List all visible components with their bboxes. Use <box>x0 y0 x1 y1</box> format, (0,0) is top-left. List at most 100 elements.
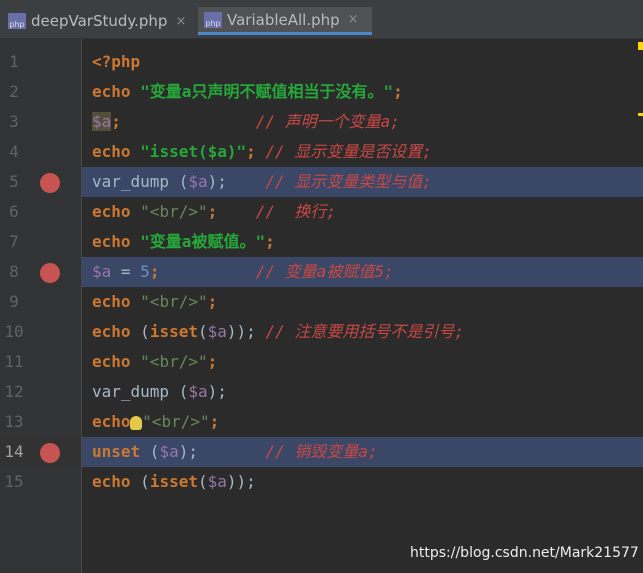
gutter-line[interactable]: 6 <box>0 197 81 227</box>
code-token: echo <box>92 82 141 101</box>
line-number: 9 <box>9 292 19 311</box>
line-number: 10 <box>4 322 24 341</box>
close-icon[interactable]: × <box>348 12 359 27</box>
lightbulb-icon[interactable] <box>130 415 143 430</box>
code-token: // 显示变量类型与值; <box>265 172 432 191</box>
gutter-line[interactable]: 7 <box>0 227 81 257</box>
tab-label: VariableAll.php <box>227 10 340 29</box>
gutter-line[interactable]: 1 <box>0 47 81 77</box>
code-token: ( <box>149 442 160 461</box>
line-number: 2 <box>9 82 19 101</box>
code-line[interactable]: echo "<br/>"; <box>82 347 643 377</box>
breakpoint-icon[interactable] <box>40 443 60 463</box>
line-number: 1 <box>9 52 19 71</box>
code-token: echo <box>92 472 141 491</box>
code-line[interactable]: echo "变量a被赋值。"; <box>82 227 643 257</box>
code-token: var_dump <box>92 382 179 401</box>
line-number: 3 <box>9 112 19 131</box>
code-token: ( <box>178 382 189 401</box>
line-number: 15 <box>4 472 24 491</box>
code-token: echo <box>92 202 141 221</box>
code-token: <?php <box>92 52 141 71</box>
tab-deepvarstudy[interactable]: php deepVarStudy.php × <box>2 7 194 35</box>
line-number: 5 <box>9 172 19 191</box>
code-token: // 销毁变量a; <box>265 442 378 461</box>
code-line[interactable]: echo (isset($a)); // 注意要用括号不是引号; <box>82 317 643 347</box>
code-line[interactable]: $a = 5; // 变量a被赋值5; <box>82 257 643 287</box>
php-file-icon: php <box>204 11 222 28</box>
gutter-line[interactable]: 5 <box>0 167 81 197</box>
code-token: // 注意要用括号不是引号; <box>265 322 464 341</box>
code-token: $a <box>188 172 208 191</box>
gutter-line[interactable]: 13 <box>0 407 81 437</box>
line-number: 4 <box>9 142 19 161</box>
code-token: ( <box>140 322 150 341</box>
breakpoint-icon[interactable] <box>40 263 60 283</box>
close-icon[interactable]: × <box>175 14 186 29</box>
code-token: $a <box>92 112 112 131</box>
line-number: 13 <box>4 412 24 431</box>
code-token: $a <box>92 262 112 281</box>
gutter-line[interactable]: 9 <box>0 287 81 317</box>
code-token: ; <box>207 202 218 221</box>
code-line[interactable]: var_dump ($a); <box>82 377 643 407</box>
gutter-line[interactable]: 10 <box>0 317 81 347</box>
code-token: echo <box>92 142 141 161</box>
watermark: https://blog.csdn.net/Mark21577 <box>410 545 639 561</box>
breakpoint-icon[interactable] <box>40 173 60 193</box>
code-token: $a <box>159 442 179 461</box>
code-token: ( <box>178 172 189 191</box>
code-token: echo <box>92 232 141 251</box>
code-line[interactable]: $a; // 声明一个变量a; <box>82 107 643 137</box>
code-line[interactable]: echo "变量a只声明不赋值相当于没有。"; <box>82 77 643 107</box>
code-token: // 声明一个变量a; <box>255 112 400 131</box>
gutter-line[interactable]: 15 <box>0 467 81 497</box>
gutter-line[interactable]: 8 <box>0 257 81 287</box>
code-token: ; <box>207 292 218 311</box>
code-token: ; <box>111 112 121 131</box>
tab-variableall[interactable]: php VariableAll.php × <box>198 7 372 35</box>
warning-marker[interactable] <box>638 42 643 50</box>
gutter-line[interactable]: 2 <box>0 77 81 107</box>
code-token: echo <box>92 322 141 341</box>
gutter-line[interactable]: 12 <box>0 377 81 407</box>
code-line[interactable]: echo "<br/>"; // 换行; <box>82 197 643 227</box>
code-line[interactable]: echo "<br/>"; <box>82 287 643 317</box>
code-token: "<br/>" <box>142 412 210 431</box>
code-token: unset <box>92 442 150 461</box>
code-editor[interactable]: <?php echo "变量a只声明不赋值相当于没有。"; $a; // 声明一个变… <box>82 39 643 573</box>
code-token: "<br/>" <box>140 352 208 371</box>
code-token: "变量a被赋值。" <box>140 232 266 251</box>
line-number: 8 <box>9 262 19 281</box>
code-line[interactable]: <?php <box>82 47 643 77</box>
code-token: $a <box>207 322 227 341</box>
code-line[interactable]: var_dump ($a); // 显示变量类型与值; <box>82 167 643 197</box>
code-line[interactable]: echo "<br/>"; <box>82 407 643 437</box>
code-token: echo <box>92 292 141 311</box>
code-token: isset <box>149 322 198 341</box>
tab-label: deepVarStudy.php <box>31 12 168 30</box>
gutter-line[interactable]: 11 <box>0 347 81 377</box>
line-number-gutter[interactable]: 1 2 3 4 5 6 7 8 9 10 11 12 13 14 15 <box>0 39 82 573</box>
php-file-icon: php <box>8 13 26 29</box>
code-token: ( <box>197 322 208 341</box>
line-number: 6 <box>9 202 19 221</box>
gutter-line[interactable]: 3 <box>0 107 81 137</box>
code-token: "变量a只声明不赋值相当于没有。" <box>140 82 394 101</box>
code-token: echo <box>92 352 141 371</box>
code-line[interactable]: echo (isset($a)); <box>82 467 643 497</box>
line-number: 11 <box>4 352 24 371</box>
code-line[interactable]: echo "isset($a)"; // 显示变量是否设置; <box>82 137 643 167</box>
line-number: 7 <box>9 232 19 251</box>
warning-marker[interactable] <box>638 113 643 116</box>
code-line[interactable]: unset ($a); // 销毁变量a; <box>82 437 643 467</box>
code-token: = <box>111 262 141 281</box>
gutter-line[interactable]: 14 <box>0 437 81 467</box>
gutter-line[interactable]: 4 <box>0 137 81 167</box>
code-token: ( <box>140 472 150 491</box>
code-token: ; <box>246 142 266 161</box>
